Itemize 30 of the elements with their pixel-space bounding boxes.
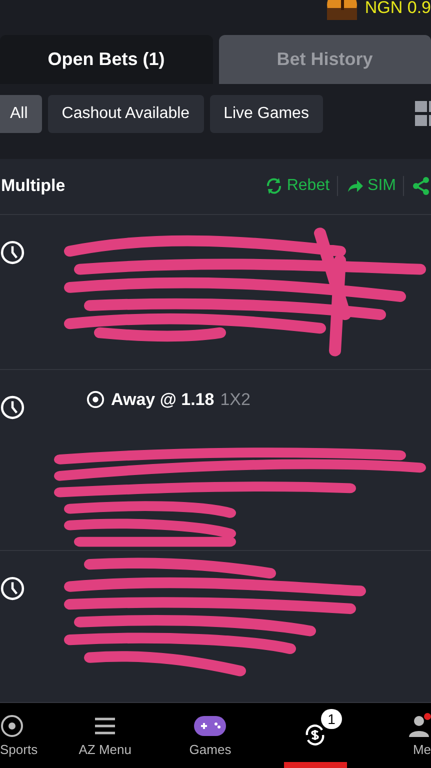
nav-label: Games — [189, 742, 232, 757]
nav-item[interactable]: AZ Menu — [52, 702, 158, 768]
action-link[interactable]: SIM — [368, 177, 396, 196]
bet-title: Multiple — [1, 176, 66, 196]
grid-icon[interactable] — [415, 100, 431, 127]
nav-item[interactable]: Me — [368, 702, 431, 768]
clock-icon — [0, 394, 25, 420]
gamepad-icon — [193, 714, 228, 738]
nav-label: Sports — [0, 742, 38, 757]
ball-icon — [86, 390, 105, 410]
person-icon — [407, 714, 431, 738]
clock-icon — [0, 576, 25, 601]
selection-text: Away @ 1.18 — [111, 390, 214, 410]
share-icon[interactable] — [411, 176, 431, 196]
nav-label: Me — [412, 742, 431, 757]
market-text: 1X2 — [220, 390, 250, 410]
count-badge: 1 — [320, 708, 342, 729]
nav-label: AZ Menu — [78, 742, 132, 757]
tab[interactable]: Open Bets (1) — [0, 34, 212, 84]
ball-icon — [0, 714, 24, 738]
balance-text: NGN 0.9 — [364, 0, 431, 18]
nav-item[interactable]: Sports — [0, 702, 53, 768]
action-link[interactable]: Rebet — [286, 177, 330, 196]
nav-item[interactable]: 1 — [262, 702, 368, 768]
filter-chip[interactable]: All — [0, 94, 42, 133]
filter-chip[interactable]: Cashout Available — [48, 94, 204, 133]
nav-item[interactable]: Games — [158, 702, 263, 768]
active-indicator — [284, 762, 347, 768]
clock-icon — [0, 240, 25, 265]
filter-chip[interactable]: Live Games — [210, 94, 323, 133]
